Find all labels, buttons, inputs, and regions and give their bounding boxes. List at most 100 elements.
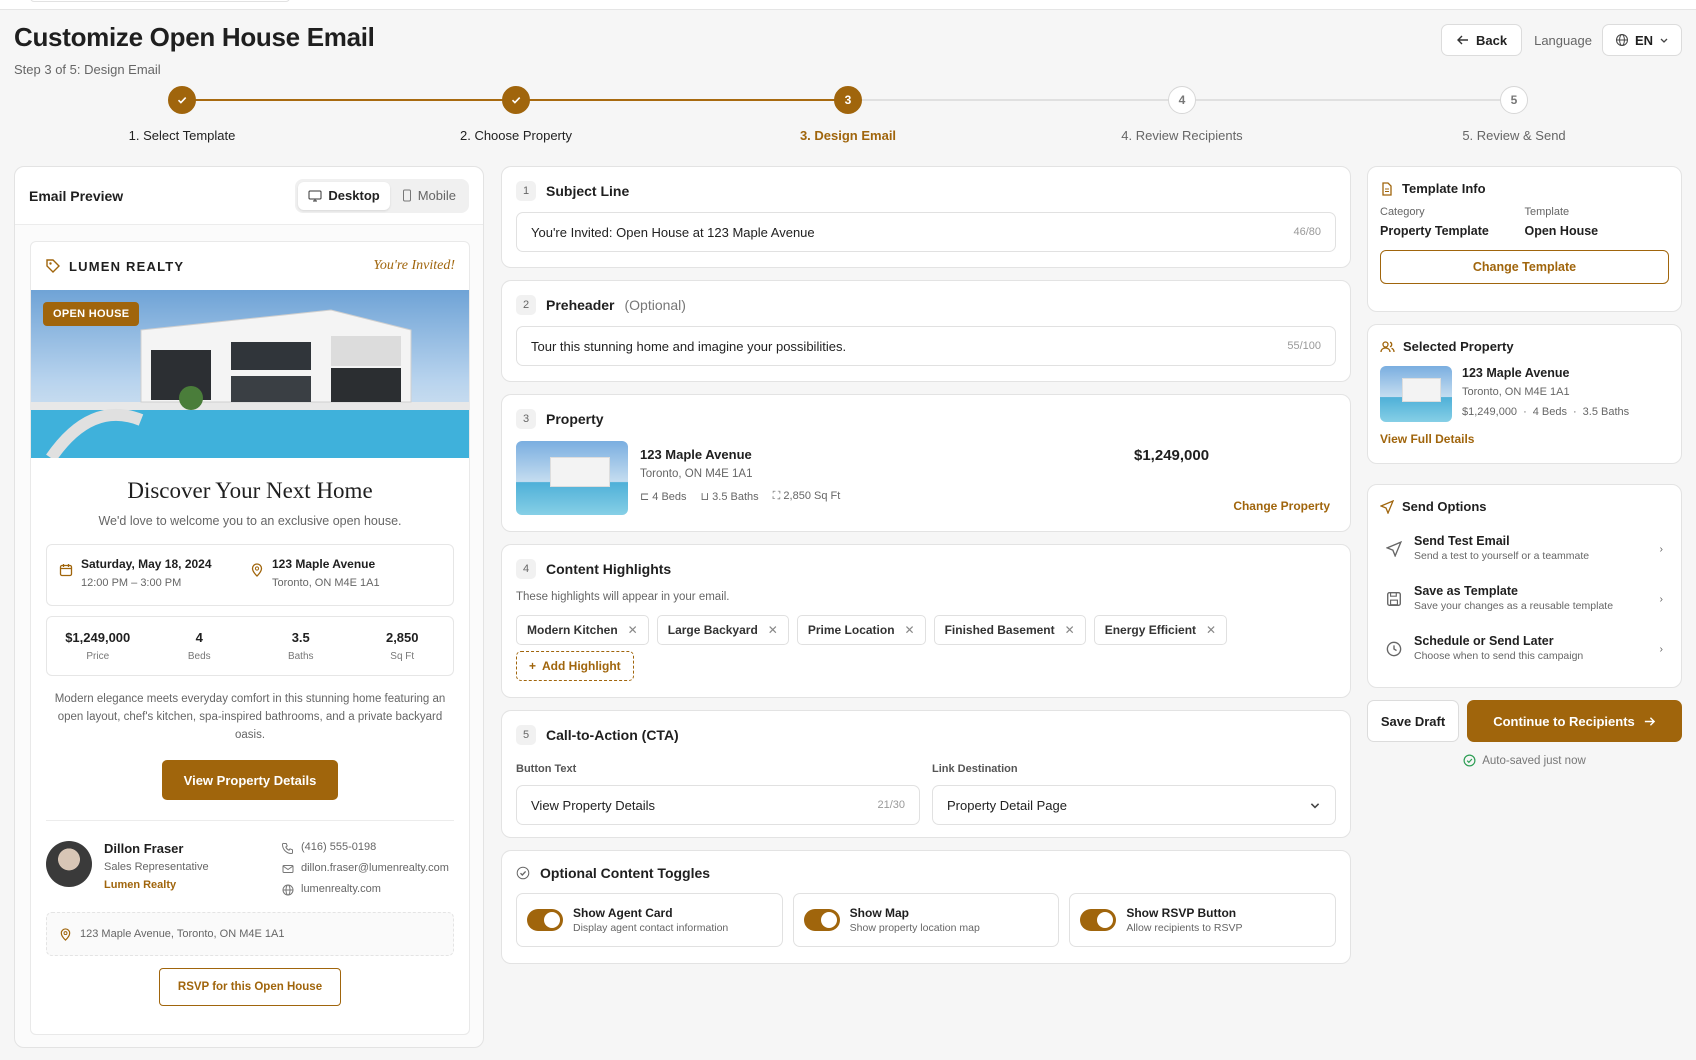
save-as-template-option[interactable]: Save as Template Save your changes as a r… bbox=[1380, 574, 1669, 622]
top-bar bbox=[0, 0, 1696, 10]
stat-baths: 3.5 Baths bbox=[287, 630, 314, 662]
check-icon bbox=[502, 86, 530, 114]
subject-input[interactable]: You're Invited: Open House at 123 Maple … bbox=[516, 212, 1336, 252]
link-destination-select[interactable]: Property Detail Page bbox=[932, 785, 1336, 825]
continue-button[interactable]: Continue to Recipients bbox=[1467, 700, 1682, 742]
agent-website: lumenrealty.com bbox=[301, 883, 381, 895]
chevron-right-icon: › bbox=[1659, 543, 1664, 555]
add-highlight-button[interactable]: + Add Highlight bbox=[516, 651, 634, 681]
property-thumbnail bbox=[516, 441, 628, 515]
language-value: EN bbox=[1634, 32, 1653, 48]
brand-name: LUMEN REALTY bbox=[69, 258, 185, 274]
event-date: Saturday, May 18, 2024 bbox=[81, 557, 212, 571]
toggle-agent-card[interactable]: Show Agent Card Display agent contact inf… bbox=[516, 893, 783, 947]
page-header: Customize Open House Email Step 3 of 5: … bbox=[0, 10, 1696, 86]
mail-icon bbox=[282, 863, 294, 875]
property-stats: $1,249,000 Price 4 Beds 3.5 Baths 2,850 Sq F… bbox=[46, 616, 454, 676]
close-icon[interactable]: ✕ bbox=[1206, 623, 1216, 637]
char-count: 55/100 bbox=[1287, 340, 1321, 352]
template-info-card: Template Info Category Property Template … bbox=[1367, 166, 1682, 312]
change-template-button[interactable]: Change Template bbox=[1380, 250, 1669, 284]
section-title: Content Highlights bbox=[546, 561, 672, 577]
mobile-tab[interactable]: Mobile bbox=[392, 182, 466, 210]
send-test-email-option[interactable]: Send Test Email Send a test to yourself o… bbox=[1380, 524, 1669, 572]
file-icon bbox=[1380, 181, 1394, 196]
map-pin-icon bbox=[250, 563, 264, 593]
section-title: Property bbox=[546, 411, 604, 427]
toggle-switch[interactable] bbox=[527, 909, 563, 931]
arrow-right-icon bbox=[1643, 715, 1656, 728]
property-city: Toronto, ON M4E 1A1 bbox=[1462, 386, 1570, 398]
section-number: 4 bbox=[516, 559, 536, 579]
bath-icon: ⊔ 3.5 Baths bbox=[700, 491, 759, 503]
full-address: 123 Maple Avenue, Toronto, ON M4E 1A1 bbox=[80, 928, 285, 940]
agent-phone: (416) 555-0198 bbox=[301, 841, 377, 853]
property-city: Toronto, ON M4E 1A1 bbox=[640, 468, 753, 480]
step-design-email[interactable]: 3 3. Design Email bbox=[728, 86, 968, 143]
chevron-down-icon bbox=[1309, 799, 1321, 811]
email-canvas: LUMEN REALTY You're Invited! OPEN HOUSE … bbox=[30, 241, 470, 1035]
save-icon bbox=[1386, 591, 1402, 607]
arrow-left-icon bbox=[1456, 33, 1470, 47]
view-full-details-link[interactable]: View Full Details bbox=[1380, 432, 1669, 446]
language-label: Language bbox=[1534, 32, 1592, 48]
step-subtitle: Step 3 of 5: Design Email bbox=[14, 62, 161, 77]
step-label: 5. Review & Send bbox=[1462, 128, 1566, 143]
step-select-template[interactable]: 1. Select Template bbox=[62, 86, 302, 143]
selected-property-card: Selected Property 123 Maple Avenue Toron… bbox=[1367, 324, 1682, 464]
section-number: 1 bbox=[516, 181, 536, 201]
top-search-pill[interactable] bbox=[30, 0, 290, 2]
toggle-rsvp[interactable]: Show RSVP Button Allow recipients to RSVP bbox=[1069, 893, 1337, 947]
hero-image: OPEN HOUSE bbox=[31, 290, 469, 458]
back-button[interactable]: Back bbox=[1441, 24, 1523, 56]
preheader-input[interactable]: Tour this stunning home and imagine your… bbox=[516, 326, 1336, 366]
chevron-down-icon bbox=[1659, 35, 1669, 45]
save-draft-button[interactable]: Save Draft bbox=[1367, 700, 1459, 742]
desktop-tab[interactable]: Desktop bbox=[298, 181, 390, 210]
highlight-chip[interactable]: Finished Basement ✕ bbox=[933, 615, 1086, 645]
view-property-button[interactable]: View Property Details bbox=[162, 760, 338, 800]
desktop-label: Desktop bbox=[328, 188, 380, 203]
toggles-section: Optional Content Toggles Show Agent Card… bbox=[501, 850, 1351, 964]
highlights-note: These highlights will appear in your ema… bbox=[516, 591, 730, 603]
toggle-switch[interactable] bbox=[803, 909, 840, 931]
language-select[interactable]: EN bbox=[1601, 24, 1682, 56]
open-house-badge: OPEN HOUSE bbox=[43, 302, 140, 326]
schedule-option[interactable]: Schedule or Send Later Choose when to sen… bbox=[1380, 624, 1669, 672]
step-review-send[interactable]: 5 5. Review & Send bbox=[1394, 86, 1634, 143]
toggle-map[interactable]: Show Map Show property location map bbox=[792, 893, 1060, 947]
property-section: 3 Property 123 Maple Avenue Toronto, ON M… bbox=[501, 394, 1351, 532]
highlight-chip[interactable]: Large Backyard ✕ bbox=[656, 615, 789, 645]
step-review-recipients[interactable]: 4 4. Review Recipients bbox=[1062, 86, 1302, 143]
continue-label: Continue to Recipients bbox=[1493, 713, 1635, 729]
close-icon[interactable]: ✕ bbox=[1065, 623, 1075, 637]
close-icon[interactable]: ✕ bbox=[768, 623, 778, 637]
agent-company: Lumen Realty bbox=[104, 879, 177, 891]
close-icon[interactable]: ✕ bbox=[628, 623, 638, 637]
monitor-icon bbox=[308, 190, 322, 202]
rsvp-button[interactable]: RSVP for this Open House bbox=[159, 968, 341, 1006]
smartphone-icon bbox=[402, 189, 412, 202]
section-number: 3 bbox=[516, 409, 536, 429]
step-choose-property[interactable]: 2. Choose Property bbox=[396, 86, 636, 143]
highlight-chip[interactable]: Energy Efficient ✕ bbox=[1093, 615, 1228, 645]
step-number: 3 bbox=[834, 86, 862, 114]
highlight-chip[interactable]: Prime Location ✕ bbox=[796, 615, 926, 645]
autosave-status: Auto-saved just now bbox=[1367, 754, 1682, 767]
clock-icon bbox=[1386, 641, 1402, 657]
toggle-switch[interactable] bbox=[1080, 909, 1117, 931]
button-text-input[interactable]: View Property Details 21/30 bbox=[516, 785, 920, 825]
send-options-card: Send Options Send Test Email Send a test … bbox=[1367, 484, 1682, 688]
email-headline: Discover Your Next Home bbox=[127, 478, 373, 503]
change-property-link[interactable]: Change Property bbox=[1233, 499, 1330, 513]
chevron-right-icon: › bbox=[1659, 593, 1664, 605]
check-icon bbox=[168, 86, 196, 114]
check-circle-icon bbox=[1463, 754, 1476, 767]
agent-email: dillon.fraser@lumenrealty.com bbox=[301, 862, 449, 874]
check-circle-icon bbox=[516, 866, 530, 880]
close-icon[interactable]: ✕ bbox=[905, 623, 915, 637]
step-label: 3. Design Email bbox=[799, 128, 897, 143]
preview-title: Email Preview bbox=[29, 187, 124, 204]
highlight-chip[interactable]: Modern Kitchen ✕ bbox=[516, 615, 649, 645]
email-preview-panel: Email Preview Desktop Mobile LUMEN REALT… bbox=[14, 166, 484, 1048]
